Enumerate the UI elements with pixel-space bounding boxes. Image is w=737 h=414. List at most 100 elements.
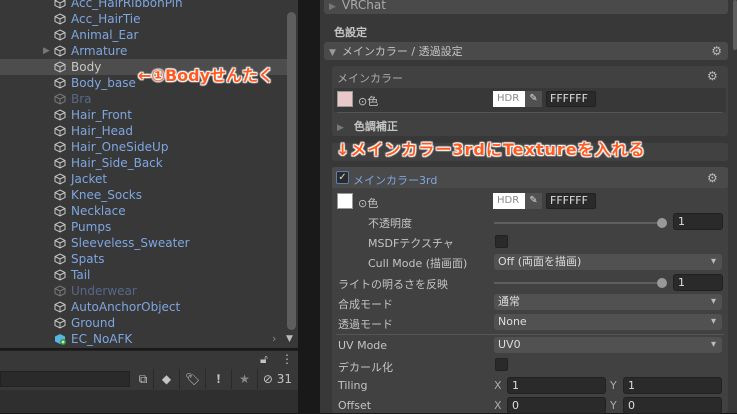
eyedropper-icon[interactable]: ✎ — [525, 91, 542, 107]
gear-icon[interactable]: ⚙ — [707, 69, 718, 83]
tiling-y-input[interactable]: 1 — [623, 377, 722, 394]
uv-mode-dropdown[interactable]: UV0 — [494, 337, 722, 353]
opacity-input[interactable]: 1 — [673, 213, 723, 230]
error-filter-icon[interactable]: ❗︎ — [205, 369, 231, 389]
light-input[interactable]: 1 — [673, 274, 723, 291]
hierarchy-item-label: Acc_HairRibbonPin — [71, 0, 183, 10]
search-input[interactable] — [0, 371, 130, 387]
section-vrchat[interactable]: ▶ VRChat — [324, 0, 728, 14]
opacity-slider[interactable] — [494, 222, 666, 224]
hierarchy-item-label: Knee_Socks — [71, 188, 142, 202]
gameobject-cube-icon — [54, 0, 66, 9]
opacity-slider-handle[interactable] — [657, 218, 667, 228]
decal-label: デカール化 — [338, 361, 393, 374]
hierarchy-item[interactable]: Underwear — [0, 283, 287, 299]
hierarchy-item-label: Underwear — [71, 284, 137, 298]
gameobject-cube-icon — [54, 141, 66, 153]
lock-icon[interactable]: 🔓︎ — [260, 352, 268, 367]
eyedropper-icon[interactable]: ✎ — [525, 193, 542, 209]
gameobject-cube-icon — [54, 237, 66, 249]
hierarchy-item[interactable]: Spats — [0, 251, 287, 267]
hierarchy-item-label: Ground — [71, 316, 116, 330]
hierarchy-item[interactable]: Bra — [0, 91, 287, 107]
hierarchy-item[interactable]: Acc_HairRibbonPin — [0, 0, 287, 11]
hierarchy-item-label: Necklace — [71, 204, 126, 218]
gear-icon[interactable]: ⚙ — [711, 42, 722, 60]
x-label: X — [494, 379, 502, 392]
annotation-select-body: ←①Bodyせんたく — [138, 66, 275, 85]
hierarchy-item[interactable]: AutoAnchorObject — [0, 299, 287, 315]
hierarchy-item[interactable]: Tail — [0, 267, 287, 283]
hierarchy-item[interactable]: ▶ Armature — [0, 43, 287, 59]
gameobject-cube-icon — [54, 157, 66, 169]
hierarchy-item[interactable]: Necklace — [0, 203, 287, 219]
enable-checkbox[interactable]: ✓ — [336, 171, 349, 184]
blend-mode-dropdown[interactable]: 通常 — [494, 294, 722, 310]
msdf-checkbox[interactable] — [495, 235, 508, 248]
blend-mode-label: 合成モード — [338, 298, 393, 311]
chevron-right-icon[interactable]: › — [272, 332, 276, 345]
texture-thumbnail[interactable] — [337, 193, 353, 209]
hierarchy-item-label: AutoAnchorObject — [71, 300, 181, 314]
gameobject-cube-icon — [54, 301, 66, 313]
offset-y-input[interactable]: 0 — [623, 397, 722, 414]
gameobject-cube-icon — [54, 221, 66, 233]
hierarchy-item[interactable]: Hair_Front — [0, 107, 287, 123]
color-swatch[interactable]: HDR — [493, 91, 525, 107]
texture-thumbnail[interactable] — [337, 91, 353, 107]
hierarchy-item-label: Armature — [71, 44, 128, 58]
opacity-label: 不透明度 — [368, 217, 412, 230]
project-content — [0, 390, 298, 413]
y-label: Y — [610, 379, 617, 392]
main-color-title: メインカラー — [337, 72, 403, 85]
more-menu-icon[interactable]: ⋮ — [281, 352, 293, 366]
offset-x-input[interactable]: 0 — [507, 397, 606, 414]
section-main-color-transparency[interactable]: ▼ メインカラー / 透過設定 ⚙ — [324, 42, 728, 60]
hierarchy-item[interactable]: Hair_Side_Back — [0, 155, 287, 171]
gameobject-cube-icon — [54, 189, 66, 201]
hex-input[interactable]: FFFFFF — [546, 91, 596, 107]
x-label: X — [494, 399, 502, 412]
hierarchy-item[interactable]: Acc_HairTie — [0, 11, 287, 27]
hierarchy-scrollbar[interactable] — [287, 12, 296, 330]
hierarchy-item-label: Body_base — [71, 76, 136, 90]
hierarchy-item[interactable]: EC_NoAFK — [0, 331, 287, 347]
hierarchy-item[interactable]: Ground — [0, 315, 287, 331]
hierarchy-item-label: Hair_Side_Back — [71, 156, 163, 170]
hierarchy-item[interactable]: Hair_Head — [0, 123, 287, 139]
decal-checkbox[interactable] — [495, 358, 508, 371]
hidden-count-button[interactable]: ⊘ 31 — [257, 369, 297, 389]
label-filter-icon[interactable]: 🏷︎ — [179, 369, 205, 389]
tiling-x-input[interactable]: 1 — [507, 377, 606, 394]
hex-input[interactable]: FFFFFF — [546, 193, 596, 209]
cull-mode-dropdown[interactable]: Off (両面を描画) — [494, 254, 722, 270]
hierarchy-item[interactable]: Animal_Ear — [0, 27, 287, 43]
gameobject-cube-icon — [54, 61, 66, 73]
hierarchy-item[interactable]: Jacket — [0, 171, 287, 187]
color-swatch[interactable]: HDR — [493, 193, 525, 209]
gameobject-cube-icon — [54, 125, 66, 137]
type-filter-icon[interactable]: ◆ — [153, 369, 179, 389]
inspector-scrollbar[interactable] — [733, 0, 737, 50]
gameobject-cube-icon — [54, 29, 66, 41]
hierarchy-item-label: Animal_Ear — [71, 28, 139, 42]
hierarchy-item[interactable]: Knee_Socks — [0, 187, 287, 203]
msdf-label: MSDFテクスチャ — [368, 237, 454, 250]
light-slider-handle[interactable] — [657, 278, 667, 288]
hierarchy-item[interactable]: Pumps — [0, 219, 287, 235]
hierarchy-item[interactable]: Sleeveless_Sweater — [0, 235, 287, 251]
light-slider[interactable] — [494, 282, 666, 284]
gameobject-cube-icon — [54, 253, 66, 265]
hierarchy-item[interactable]: Hair_OneSideUp — [0, 139, 287, 155]
gear-icon[interactable]: ⚙ — [707, 171, 718, 185]
gameobject-cube-icon — [54, 45, 66, 57]
hidden-count: 31 — [276, 372, 293, 386]
expand-arrow-icon[interactable]: ▶ — [43, 43, 50, 59]
scroll-down-icon[interactable]: ▼ — [286, 334, 293, 344]
tone-correction-foldout[interactable]: ▶ 色調補正 — [337, 118, 398, 134]
favorite-icon[interactable]: ★ — [231, 369, 257, 389]
offset-label: Offset — [338, 399, 372, 412]
hierarchy-item-label: Tail — [71, 268, 91, 282]
hierarchy-item-label: EC_NoAFK — [71, 332, 133, 346]
alpha-mode-dropdown[interactable]: None — [494, 314, 722, 330]
